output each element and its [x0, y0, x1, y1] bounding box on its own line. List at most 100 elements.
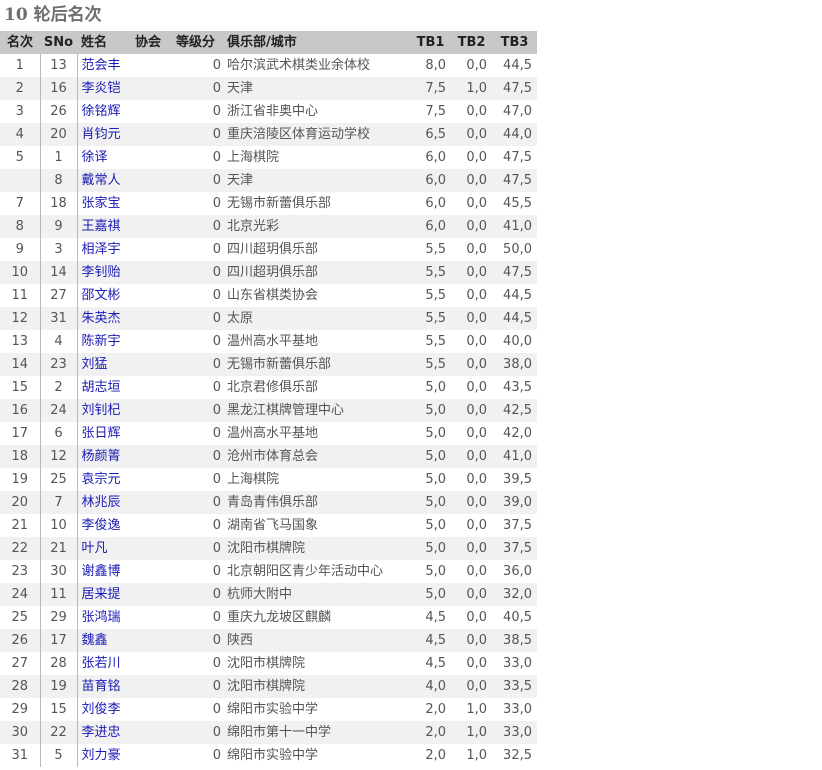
player-name-link[interactable]: 谢鑫博 — [77, 560, 129, 583]
tb3-cell: 43,5 — [492, 376, 537, 399]
club-cell: 无锡市新蕾俱乐部 — [224, 192, 410, 215]
player-name-link[interactable]: 杨颜箐 — [77, 445, 129, 468]
table-row: 17 6 张日辉 0 温州高水平基地 5,0 0,0 42,0 — [0, 422, 537, 445]
player-name-link[interactable]: 李俊逸 — [77, 514, 129, 537]
rank-cell: 1 — [0, 54, 41, 77]
tb3-cell: 44,5 — [492, 284, 537, 307]
rank-cell: 29 — [0, 698, 41, 721]
player-name-link[interactable]: 张若川 — [77, 652, 129, 675]
header-sno[interactable]: SNo — [40, 31, 77, 54]
player-name-link[interactable]: 袁宗元 — [77, 468, 129, 491]
tb1-cell: 7,5 — [410, 77, 451, 100]
tb3-cell: 44,5 — [492, 54, 537, 77]
header-rank[interactable]: 名次 — [0, 31, 40, 54]
sno-cell: 24 — [40, 399, 78, 422]
tb3-cell: 32,5 — [492, 744, 537, 767]
federation-cell — [129, 100, 167, 123]
player-name-link[interactable]: 徐译 — [77, 146, 129, 169]
player-name-link[interactable]: 陈新宇 — [77, 330, 129, 353]
tb2-cell: 0,0 — [451, 123, 492, 146]
player-name-link[interactable]: 朱英杰 — [77, 307, 129, 330]
tb3-cell: 39,5 — [492, 468, 537, 491]
player-name-link[interactable]: 范会丰 — [77, 54, 129, 77]
tb2-cell: 0,0 — [451, 560, 492, 583]
tb2-cell: 0,0 — [451, 399, 492, 422]
tb2-cell: 1,0 — [451, 721, 492, 744]
player-name-link[interactable]: 张日辉 — [77, 422, 129, 445]
sno-cell: 18 — [40, 192, 78, 215]
sno-cell: 17 — [40, 629, 78, 652]
tb2-cell: 0,0 — [451, 629, 492, 652]
sno-cell: 12 — [40, 445, 78, 468]
player-name-link[interactable]: 李钊贻 — [77, 261, 129, 284]
rank-cell: 17 — [0, 422, 41, 445]
club-cell: 四川超玥俱乐部 — [224, 238, 410, 261]
tb1-cell: 5,0 — [410, 376, 451, 399]
federation-cell — [129, 353, 167, 376]
player-name-link[interactable]: 李炎铠 — [77, 77, 129, 100]
header-rating[interactable]: 等级分 — [167, 31, 224, 54]
federation-cell — [129, 537, 167, 560]
header-federation[interactable]: 协会 — [129, 31, 167, 54]
sno-cell: 3 — [40, 238, 78, 261]
player-name-link[interactable]: 居来提 — [77, 583, 129, 606]
player-name-link[interactable]: 李进忠 — [77, 721, 129, 744]
tb2-cell: 0,0 — [451, 215, 492, 238]
sno-cell: 2 — [40, 376, 78, 399]
table-row: 4 20 肖钧元 0 重庆涪陵区体育运动学校 6,5 0,0 44,0 — [0, 123, 537, 146]
player-name-link[interactable]: 胡志垣 — [77, 376, 129, 399]
table-row: 14 23 刘猛 0 无锡市新蕾俱乐部 5,5 0,0 38,0 — [0, 353, 537, 376]
player-name-link[interactable]: 张鸿瑞 — [77, 606, 129, 629]
player-name-link[interactable]: 肖钧元 — [77, 123, 129, 146]
sno-cell: 7 — [40, 491, 78, 514]
player-name-link[interactable]: 林兆辰 — [77, 491, 129, 514]
tb3-cell: 40,0 — [492, 330, 537, 353]
player-name-link[interactable]: 刘力豪 — [77, 744, 129, 767]
rating-cell: 0 — [167, 169, 224, 192]
tb1-cell: 2,0 — [410, 721, 451, 744]
player-name-link[interactable]: 邵文彬 — [77, 284, 129, 307]
sno-cell: 4 — [40, 330, 78, 353]
player-name-link[interactable]: 徐铭辉 — [77, 100, 129, 123]
player-name-link[interactable]: 刘猛 — [77, 353, 129, 376]
header-tb2[interactable]: TB2 — [451, 31, 492, 54]
table-row: 13 4 陈新宇 0 温州高水平基地 5,5 0,0 40,0 — [0, 330, 537, 353]
page-title: 10 轮后名次 — [4, 5, 102, 25]
club-cell: 沈阳市棋牌院 — [224, 675, 410, 698]
rank-cell: 15 — [0, 376, 41, 399]
header-tb3[interactable]: TB3 — [492, 31, 537, 54]
club-cell: 沈阳市棋牌院 — [224, 537, 410, 560]
rank-cell: 23 — [0, 560, 41, 583]
player-name-link[interactable]: 苗育铭 — [77, 675, 129, 698]
tb3-cell: 38,5 — [492, 629, 537, 652]
tb2-cell: 0,0 — [451, 514, 492, 537]
club-cell: 温州高水平基地 — [224, 422, 410, 445]
header-tb1[interactable]: TB1 — [410, 31, 451, 54]
rating-cell: 0 — [167, 606, 224, 629]
header-name[interactable]: 姓名 — [77, 31, 129, 54]
club-cell: 杭师大附中 — [224, 583, 410, 606]
club-cell: 湖南省飞马国象 — [224, 514, 410, 537]
player-name-link[interactable]: 刘俊李 — [77, 698, 129, 721]
player-name-link[interactable]: 张家宝 — [77, 192, 129, 215]
sno-cell: 16 — [40, 77, 78, 100]
table-row: 10 14 李钊贻 0 四川超玥俱乐部 5,5 0,0 47,5 — [0, 261, 537, 284]
tb2-cell: 0,0 — [451, 330, 492, 353]
club-cell: 绵阳市实验中学 — [224, 744, 410, 767]
rating-cell: 0 — [167, 238, 224, 261]
player-name-link[interactable]: 戴常人 — [77, 169, 129, 192]
tb3-cell: 47,5 — [492, 261, 537, 284]
player-name-link[interactable]: 叶凡 — [77, 537, 129, 560]
rank-cell: 9 — [0, 238, 41, 261]
tb2-cell: 0,0 — [451, 468, 492, 491]
header-club[interactable]: 俱乐部/城市 — [224, 31, 410, 54]
player-name-link[interactable]: 王嘉祺 — [77, 215, 129, 238]
sno-cell: 29 — [40, 606, 78, 629]
tb3-cell: 42,0 — [492, 422, 537, 445]
player-name-link[interactable]: 魏鑫 — [77, 629, 129, 652]
rank-cell: 12 — [0, 307, 41, 330]
table-row: 7 18 张家宝 0 无锡市新蕾俱乐部 6,0 0,0 45,5 — [0, 192, 537, 215]
player-name-link[interactable]: 刘钊杞 — [77, 399, 129, 422]
player-name-link[interactable]: 相泽宇 — [77, 238, 129, 261]
sno-cell: 31 — [40, 307, 78, 330]
